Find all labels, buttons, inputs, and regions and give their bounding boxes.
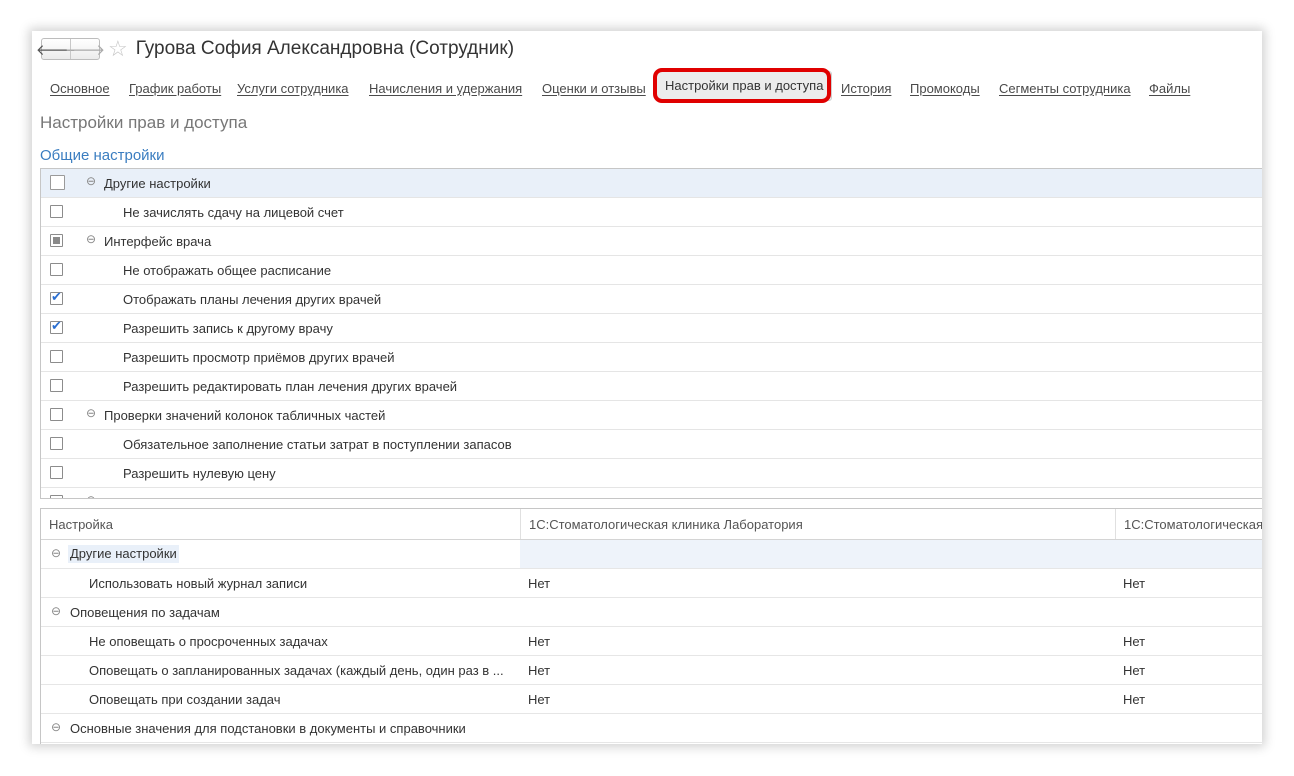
- tree-row-label: Разрешить просмотр приёмов других врачей: [123, 350, 395, 365]
- checkbox[interactable]: [50, 466, 63, 479]
- tree-row[interactable]: ⊖ Интерфейс врача: [41, 227, 1262, 256]
- collapse-icon[interactable]: ⊖: [51, 720, 61, 734]
- tab-accruals[interactable]: Начисления и удержания: [369, 81, 522, 96]
- tree-row[interactable]: Не отображать общее расписание: [41, 256, 1262, 285]
- tree-row[interactable]: Разрешить запись к другому врачу: [41, 314, 1262, 343]
- tab-bar: Основное График работы Услуги сотрудника…: [32, 71, 1262, 107]
- grid-row[interactable]: Оповещать при создании задач Нет Нет: [41, 685, 1262, 714]
- tree-row[interactable]: ⊖ Проверки значений колонок табличных ча…: [41, 401, 1262, 430]
- grid-group-row[interactable]: ⊖ Оповещения по задачам: [41, 598, 1262, 627]
- checkbox[interactable]: [50, 318, 63, 334]
- tree-row-label: Интерфейс врача: [104, 234, 212, 249]
- tab-reviews[interactable]: Оценки и отзывы: [542, 81, 646, 96]
- checkbox[interactable]: [50, 175, 65, 190]
- checkbox[interactable]: [50, 289, 63, 305]
- group-cell-bg: [1115, 540, 1262, 568]
- tab-main[interactable]: Основное: [50, 81, 110, 96]
- collapse-icon[interactable]: ⊖: [86, 174, 96, 188]
- grid-cell-value[interactable]: Нет: [528, 663, 550, 678]
- tree-row-label: Разрешить запись к другому врачу: [123, 321, 333, 336]
- grid-row-label: Основные значения для подстановки в доку…: [70, 721, 466, 736]
- settings-values-grid: Настройка 1С:Стоматологическая клиника Л…: [40, 508, 1262, 744]
- tree-row-partial: ⊖: [41, 488, 1262, 498]
- group-cell-bg: [520, 540, 1115, 568]
- employee-form-window: 🡐 🡒 ☆ Гурова София Александровна (Сотруд…: [32, 31, 1262, 744]
- collapse-icon[interactable]: ⊖: [86, 232, 96, 246]
- grid-row[interactable]: Оповещать о запланированных задачах (каж…: [41, 656, 1262, 685]
- collapse-icon[interactable]: ⊖: [86, 406, 96, 420]
- grid-cell-value[interactable]: Нет: [1123, 663, 1145, 678]
- settings-tree: ⊖ Другие настройки Не зачислять сдачу на…: [40, 168, 1262, 499]
- star-outline-icon[interactable]: ☆: [108, 38, 128, 60]
- column-header-org2[interactable]: 1С:Стоматологическая: [1115, 509, 1262, 539]
- collapse-icon[interactable]: ⊖: [51, 546, 61, 560]
- grid-row-label: Оповещать о запланированных задачах (каж…: [89, 663, 504, 678]
- grid-cell-value[interactable]: Нет: [1123, 692, 1145, 707]
- tab-history[interactable]: История: [841, 81, 891, 96]
- tree-row[interactable]: ⊖ Другие настройки: [41, 169, 1262, 198]
- grid-cell-value[interactable]: Нет: [1123, 634, 1145, 649]
- grid-cell-value[interactable]: Нет: [528, 692, 550, 707]
- tree-row[interactable]: Отображать планы лечения других врачей: [41, 285, 1262, 314]
- tree-row-label: Разрешить редактировать план лечения дру…: [123, 379, 458, 394]
- grid-row-label: Другие настройки: [68, 545, 179, 563]
- collapse-icon[interactable]: ⊖: [86, 493, 96, 498]
- checkbox[interactable]: [50, 205, 63, 218]
- tree-row-label: Обязательное заполнение статьи затрат в …: [123, 437, 512, 452]
- grid-row-label: Не оповещать о просроченных задачах: [89, 634, 328, 649]
- column-header-org1[interactable]: 1С:Стоматологическая клиника Лаборатория: [520, 509, 1115, 539]
- tree-row-label: Проверки значений колонок табличных част…: [104, 408, 386, 423]
- page-title: Гурова София Александровна (Сотрудник): [135, 38, 515, 59]
- checkbox[interactable]: [50, 408, 63, 421]
- checkbox[interactable]: [50, 495, 63, 498]
- tree-row-label: Не отображать общее расписание: [123, 263, 332, 278]
- tree-row[interactable]: Разрешить нулевую цену: [41, 459, 1262, 488]
- tab-schedule[interactable]: График работы: [129, 81, 221, 96]
- tree-row-label: Другие настройки: [104, 176, 211, 191]
- grid-row[interactable]: Не оповещать о просроченных задачах Нет …: [41, 627, 1262, 656]
- grid-group-row[interactable]: ⊖ Другие настройки: [41, 540, 1262, 569]
- tree-row-label: Отображать планы лечения других врачей: [123, 292, 382, 307]
- grid-header: Настройка 1С:Стоматологическая клиника Л…: [41, 509, 1262, 540]
- forward-button[interactable]: 🡒: [65, 39, 105, 59]
- tab-promocodes[interactable]: Промокоды: [910, 81, 980, 96]
- tree-row-label: Не зачислять сдачу на лицевой счет: [123, 205, 344, 220]
- column-header-setting[interactable]: Настройка: [41, 509, 520, 539]
- tree-row[interactable]: Разрешить просмотр приёмов других врачей: [41, 343, 1262, 372]
- tab-highlight-frame: [653, 68, 831, 103]
- tree-row-label: Разрешить нулевую цену: [123, 466, 276, 481]
- group-title: Общие настройки: [40, 147, 165, 164]
- tree-row[interactable]: Разрешить редактировать план лечения дру…: [41, 372, 1262, 401]
- grid-cell-value[interactable]: Нет: [1123, 576, 1145, 591]
- form-header: 🡐 🡒 ☆ Гурова София Александровна (Сотруд…: [36, 37, 515, 61]
- tree-row[interactable]: Не зачислять сдачу на лицевой счет: [41, 198, 1262, 227]
- checkbox[interactable]: [50, 234, 63, 247]
- checkbox[interactable]: [50, 437, 63, 450]
- nav-buttons: 🡐 🡒: [36, 38, 105, 60]
- grid-cell-value[interactable]: Нет: [528, 634, 550, 649]
- grid-row-label: Оповещать при создании задач: [89, 692, 281, 707]
- tab-segments[interactable]: Сегменты сотрудника: [999, 81, 1131, 96]
- grid-row[interactable]: Использовать новый журнал записи Нет Нет: [41, 569, 1262, 598]
- grid-cell-value[interactable]: Нет: [528, 576, 550, 591]
- tab-files[interactable]: Файлы: [1149, 81, 1190, 96]
- grid-row-label: Оповещения по задачам: [70, 605, 220, 620]
- tab-services[interactable]: Услуги сотрудника: [237, 81, 349, 96]
- checkbox[interactable]: [50, 379, 63, 392]
- section-title: Настройки прав и доступа: [40, 113, 248, 132]
- collapse-icon[interactable]: ⊖: [51, 604, 61, 618]
- arrow-right-icon: 🡒: [64, 41, 106, 59]
- grid-group-row[interactable]: ⊖ Основные значения для подстановки в до…: [41, 714, 1262, 743]
- grid-row-label: Использовать новый журнал записи: [89, 576, 308, 591]
- checkbox[interactable]: [50, 263, 63, 276]
- tree-row[interactable]: Обязательное заполнение статьи затрат в …: [41, 430, 1262, 459]
- checkbox[interactable]: [50, 350, 63, 363]
